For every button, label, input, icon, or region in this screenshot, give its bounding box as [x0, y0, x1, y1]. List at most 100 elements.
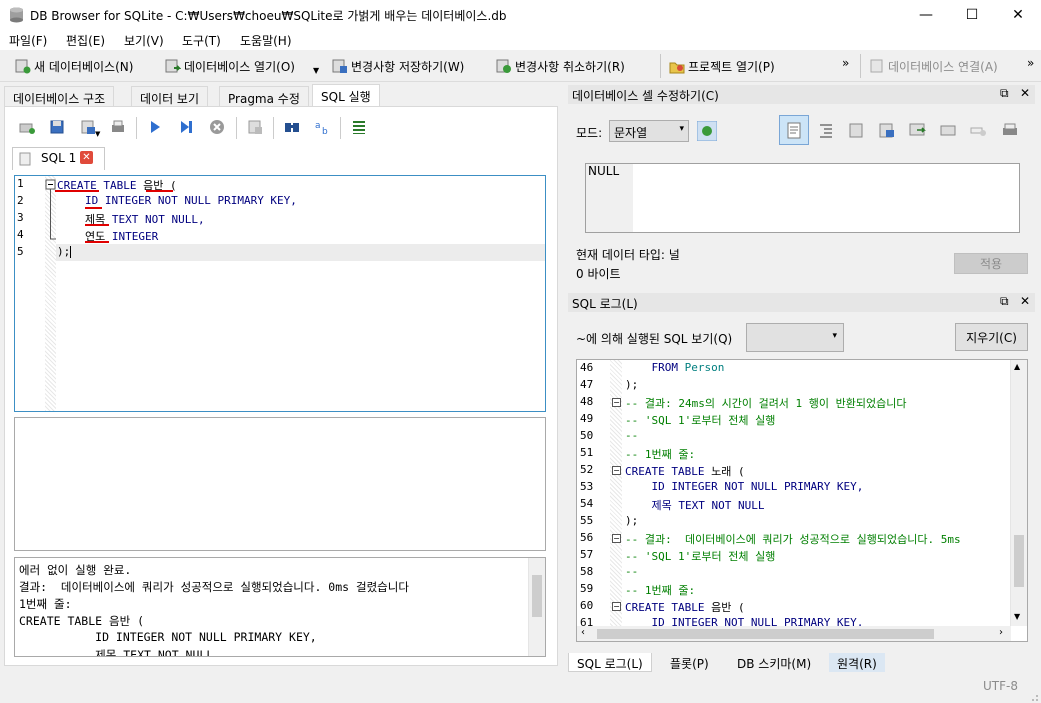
log-line: -- 'SQL 1'로부터 전체 실행 — [625, 548, 775, 564]
comment-lines-icon[interactable] — [350, 118, 368, 136]
message-line: ID INTEGER NOT NULL PRIMARY KEY, — [19, 630, 317, 644]
close-panel-icon[interactable]: ✕ — [1020, 294, 1030, 308]
auto-switch-mode-icon[interactable] — [697, 121, 717, 141]
horizontal-scrollbar[interactable]: ‹ › — [577, 626, 1011, 641]
scroll-up-icon[interactable]: ▲ — [1014, 362, 1020, 371]
log-text: ID — [625, 480, 665, 493]
menu-help[interactable]: 도움말(H) — [240, 32, 292, 49]
print-icon[interactable] — [1001, 121, 1019, 139]
mode-select-value: 문자열 — [614, 126, 648, 140]
scrollbar-thumb[interactable] — [1014, 535, 1024, 587]
fold-marker-icon[interactable]: − — [612, 398, 621, 407]
log-line-number: 46 — [580, 361, 594, 374]
indent-icon[interactable] — [817, 121, 835, 139]
annotation-underline — [146, 190, 173, 192]
eval-icon[interactable] — [969, 121, 987, 139]
fold-marker-icon[interactable]: − — [612, 602, 621, 611]
tab-edit-pragmas[interactable]: Pragma 수정 — [219, 86, 309, 107]
save-dropdown-icon[interactable]: ▼ — [95, 130, 100, 138]
open-tab-icon[interactable] — [18, 118, 36, 136]
close-button[interactable]: ✕ — [995, 0, 1041, 30]
fold-marker-icon[interactable]: − — [612, 466, 621, 475]
close-panel-icon[interactable]: ✕ — [1020, 86, 1030, 100]
tab-execute-sql[interactable]: SQL 실행 — [312, 84, 380, 107]
write-changes-button[interactable]: 변경사항 저장하기(W) — [332, 56, 464, 76]
export-icon[interactable] — [908, 121, 926, 139]
minimize-button[interactable]: — — [903, 0, 949, 30]
float-panel-icon[interactable]: ⧉ — [1000, 86, 1009, 101]
open-sql-file-icon[interactable] — [48, 118, 66, 136]
save-results-icon[interactable] — [246, 118, 264, 136]
line-number: 5 — [17, 245, 24, 258]
fold-marker-icon[interactable] — [45, 179, 56, 243]
open-database-button[interactable]: 데이터베이스 열기(O) — [165, 56, 295, 76]
stop-execution-icon[interactable] — [208, 118, 226, 136]
log-line: FROM Person — [625, 361, 724, 374]
resize-grip-icon[interactable] — [1027, 690, 1039, 702]
scroll-left-icon[interactable]: ‹ — [581, 627, 585, 638]
toolbar-overflow-button-2[interactable]: » — [1027, 56, 1034, 70]
close-tab-icon[interactable]: ✕ — [80, 151, 93, 164]
new-database-button[interactable]: 새 데이터베이스(N) — [15, 56, 133, 76]
tab-db-schema[interactable]: DB 스키마(M) — [729, 653, 819, 672]
toolbar-overflow-button[interactable]: » — [842, 56, 849, 70]
results-grid[interactable] — [14, 417, 546, 551]
sql-log-view[interactable]: 46 FROM Person 47); 48 -- 결과: 24ms의 시간이 걸려서… — [576, 359, 1028, 642]
main-toolbar: 새 데이터베이스(N) 데이터베이스 열기(O) ▼ 변경사항 저장하기(W) … — [0, 50, 1041, 82]
attach-database-button[interactable]: 데이터베이스 연결(A) — [869, 56, 998, 76]
annotation-underline — [55, 190, 99, 192]
import-icon[interactable] — [878, 121, 896, 139]
tab-browse-data[interactable]: 데이터 보기 — [131, 86, 209, 107]
vertical-scrollbar[interactable]: ▲ ▼ — [1010, 360, 1027, 626]
sql-editor[interactable]: 1 2 3 4 5 CREATE TABLE 음반 ( ID INTEGER N… — [14, 175, 546, 412]
print-icon[interactable] — [109, 118, 127, 136]
menu-tools[interactable]: 도구(T) — [182, 32, 221, 49]
maximize-button[interactable]: ☐ — [949, 0, 995, 30]
revert-changes-button[interactable]: 변경사항 취소하기(R) — [496, 56, 625, 76]
mode-select[interactable]: 문자열 ▾ — [609, 120, 689, 142]
menu-file[interactable]: 파일(F) — [9, 32, 47, 49]
tab-plot[interactable]: 플롯(P) — [662, 653, 717, 672]
tab-database-structure[interactable]: 데이터베이스 구조 — [4, 86, 115, 107]
set-null-icon[interactable] — [939, 121, 957, 139]
float-panel-icon[interactable]: ⧉ — [1000, 294, 1009, 309]
print-cell-icon[interactable] — [847, 121, 865, 139]
find-replace-icon[interactable]: ab — [314, 118, 332, 136]
scroll-down-icon[interactable]: ▼ — [1014, 612, 1020, 621]
data-size: 0 바이트 — [576, 267, 621, 281]
tab-remote[interactable]: 원격(R) — [829, 653, 885, 672]
log-text: -- 'SQL 1'로부터 전체 실행 — [625, 550, 776, 563]
cell-value-editor[interactable]: NULL — [585, 163, 1020, 233]
menu-edit[interactable]: 편집(E) — [66, 32, 105, 49]
log-line-number: 58 — [580, 565, 594, 578]
log-line: -- 'SQL 1'로부터 전체 실행 — [625, 412, 775, 428]
clear-log-button[interactable]: 지우기(C) — [955, 323, 1028, 351]
find-text-icon[interactable] — [283, 118, 301, 136]
fold-marker-icon[interactable]: − — [612, 534, 621, 543]
menu-view[interactable]: 보기(V) — [124, 32, 164, 49]
log-filter-select[interactable]: ▾ — [746, 323, 844, 352]
open-database-icon — [165, 59, 181, 73]
tab-sql-log[interactable]: SQL 로그(L) — [568, 653, 652, 672]
current-line-highlight — [56, 244, 545, 261]
apply-button[interactable]: 적용 — [954, 253, 1028, 274]
dropdown-arrow-icon[interactable]: ▼ — [313, 66, 319, 75]
log-line: -- 1번째 줄: — [625, 446, 695, 462]
log-line-number: 53 — [580, 480, 594, 493]
encoding-status: UTF-8 — [983, 679, 1018, 693]
scrollbar-thumb[interactable] — [597, 629, 934, 639]
execution-message-pane[interactable]: 에러 없이 실행 완료. 결과: 데이터베이스에 쿼리가 성공적으로 실행되었습… — [14, 557, 546, 657]
execute-all-icon[interactable] — [146, 118, 164, 136]
open-project-icon — [669, 62, 685, 74]
vertical-scrollbar[interactable] — [528, 558, 545, 656]
execute-current-line-icon[interactable] — [177, 118, 195, 136]
log-line: CREATE TABLE 노래 ( — [625, 463, 745, 479]
word-wrap-toggle[interactable] — [779, 115, 809, 145]
scroll-right-icon[interactable]: › — [999, 627, 1003, 638]
code-text: INTEGER — [105, 230, 159, 243]
open-project-button[interactable]: 프로젝트 열기(P) — [669, 56, 775, 76]
scrollbar-thumb[interactable] — [532, 575, 542, 617]
editor-tab-sql1[interactable]: SQL 1 ✕ — [12, 147, 105, 170]
svg-text:b: b — [322, 127, 328, 136]
log-text: Person — [677, 361, 725, 374]
